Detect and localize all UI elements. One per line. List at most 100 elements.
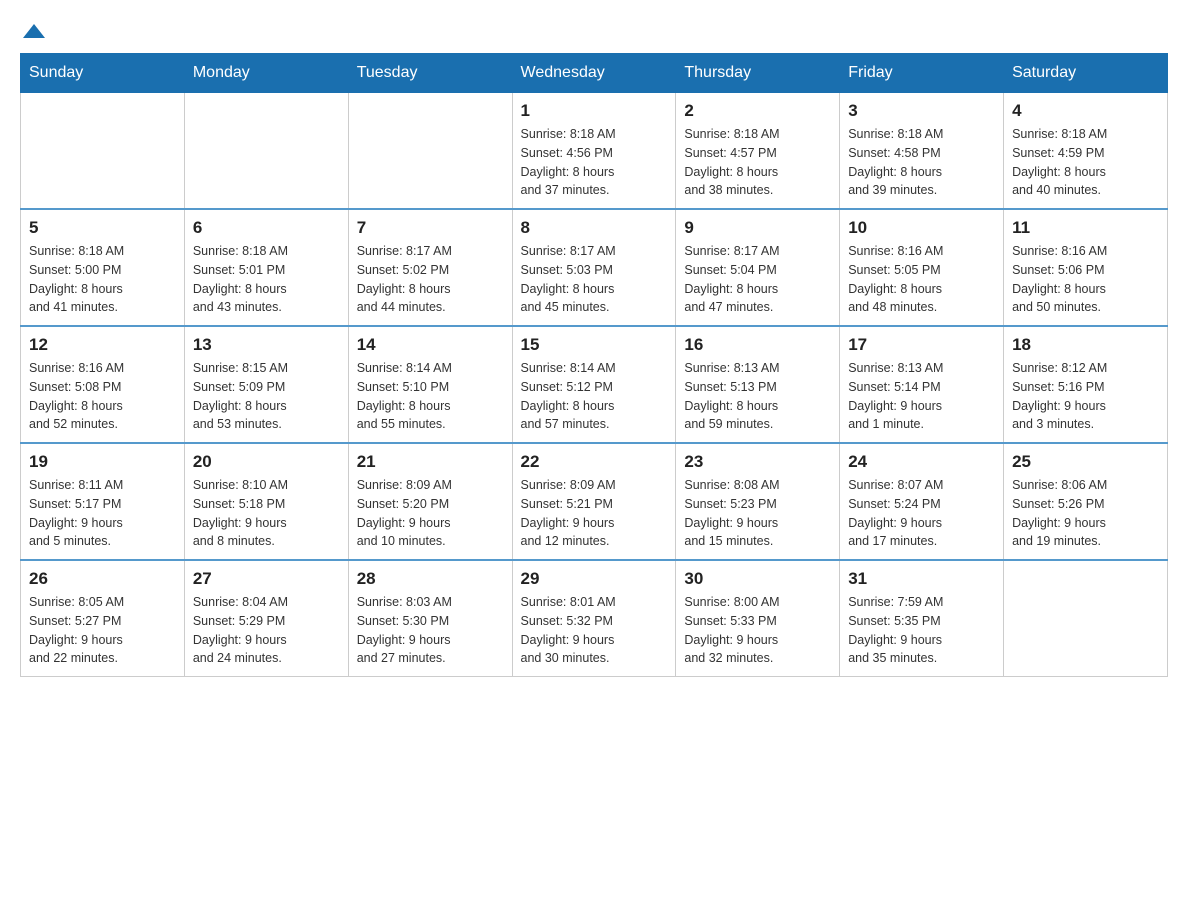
day-info: Sunrise: 8:07 AM Sunset: 5:24 PM Dayligh… <box>848 476 995 551</box>
calendar-cell: 2 Sunrise: 8:18 AM Sunset: 4:57 PM Daylig… <box>676 93 840 210</box>
calendar-cell: 21 Sunrise: 8:09 AM Sunset: 5:20 PM Dayli… <box>348 443 512 560</box>
day-number: 27 <box>193 569 340 589</box>
day-number: 17 <box>848 335 995 355</box>
day-info: Sunrise: 8:08 AM Sunset: 5:23 PM Dayligh… <box>684 476 831 551</box>
day-number: 13 <box>193 335 340 355</box>
day-number: 21 <box>357 452 504 472</box>
day-info: Sunrise: 8:17 AM Sunset: 5:04 PM Dayligh… <box>684 242 831 317</box>
day-number: 14 <box>357 335 504 355</box>
day-info: Sunrise: 8:18 AM Sunset: 5:01 PM Dayligh… <box>193 242 340 317</box>
calendar-cell: 1 Sunrise: 8:18 AM Sunset: 4:56 PM Daylig… <box>512 93 676 210</box>
logo <box>20 20 45 43</box>
calendar-cell: 22 Sunrise: 8:09 AM Sunset: 5:21 PM Dayli… <box>512 443 676 560</box>
day-info: Sunrise: 7:59 AM Sunset: 5:35 PM Dayligh… <box>848 593 995 668</box>
day-number: 23 <box>684 452 831 472</box>
calendar-week-1: 1 Sunrise: 8:18 AM Sunset: 4:56 PM Daylig… <box>21 93 1168 210</box>
logo-triangle-icon <box>23 20 45 42</box>
day-info: Sunrise: 8:14 AM Sunset: 5:12 PM Dayligh… <box>521 359 668 434</box>
calendar-cell: 25 Sunrise: 8:06 AM Sunset: 5:26 PM Dayli… <box>1004 443 1168 560</box>
calendar-cell: 14 Sunrise: 8:14 AM Sunset: 5:10 PM Dayli… <box>348 326 512 443</box>
day-number: 30 <box>684 569 831 589</box>
day-info: Sunrise: 8:15 AM Sunset: 5:09 PM Dayligh… <box>193 359 340 434</box>
calendar-header-row: SundayMondayTuesdayWednesdayThursdayFrid… <box>21 54 1168 93</box>
calendar-cell: 30Sunrise: 8:00 AM Sunset: 5:33 PM Dayli… <box>676 560 840 677</box>
column-header-thursday: Thursday <box>676 54 840 93</box>
day-info: Sunrise: 8:17 AM Sunset: 5:02 PM Dayligh… <box>357 242 504 317</box>
column-header-monday: Monday <box>184 54 348 93</box>
calendar-cell: 15 Sunrise: 8:14 AM Sunset: 5:12 PM Dayli… <box>512 326 676 443</box>
day-info: Sunrise: 8:10 AM Sunset: 5:18 PM Dayligh… <box>193 476 340 551</box>
day-number: 8 <box>521 218 668 238</box>
calendar-week-5: 26 Sunrise: 8:05 AM Sunset: 5:27 PM Dayli… <box>21 560 1168 677</box>
calendar-cell: 17 Sunrise: 8:13 AM Sunset: 5:14 PM Dayli… <box>840 326 1004 443</box>
day-number: 2 <box>684 101 831 121</box>
day-info: Sunrise: 8:11 AM Sunset: 5:17 PM Dayligh… <box>29 476 176 551</box>
calendar-cell: 27 Sunrise: 8:04 AM Sunset: 5:29 PM Dayli… <box>184 560 348 677</box>
calendar-cell: 12 Sunrise: 8:16 AM Sunset: 5:08 PM Dayli… <box>21 326 185 443</box>
column-header-wednesday: Wednesday <box>512 54 676 93</box>
calendar-cell <box>184 93 348 210</box>
day-info: Sunrise: 8:13 AM Sunset: 5:13 PM Dayligh… <box>684 359 831 434</box>
calendar-cell: 26 Sunrise: 8:05 AM Sunset: 5:27 PM Dayli… <box>21 560 185 677</box>
day-info: Sunrise: 8:16 AM Sunset: 5:06 PM Dayligh… <box>1012 242 1159 317</box>
day-info: Sunrise: 8:17 AM Sunset: 5:03 PM Dayligh… <box>521 242 668 317</box>
day-number: 7 <box>357 218 504 238</box>
calendar-cell: 16 Sunrise: 8:13 AM Sunset: 5:13 PM Dayli… <box>676 326 840 443</box>
day-number: 5 <box>29 218 176 238</box>
calendar-cell: 3 Sunrise: 8:18 AM Sunset: 4:58 PM Daylig… <box>840 93 1004 210</box>
calendar-cell: 13 Sunrise: 8:15 AM Sunset: 5:09 PM Dayli… <box>184 326 348 443</box>
calendar-cell: 9 Sunrise: 8:17 AM Sunset: 5:04 PM Daylig… <box>676 209 840 326</box>
day-info: Sunrise: 8:13 AM Sunset: 5:14 PM Dayligh… <box>848 359 995 434</box>
calendar-cell: 31 Sunrise: 7:59 AM Sunset: 5:35 PM Dayli… <box>840 560 1004 677</box>
day-number: 26 <box>29 569 176 589</box>
column-header-tuesday: Tuesday <box>348 54 512 93</box>
calendar-week-4: 19Sunrise: 8:11 AM Sunset: 5:17 PM Dayli… <box>21 443 1168 560</box>
calendar-table: SundayMondayTuesdayWednesdayThursdayFrid… <box>20 53 1168 677</box>
day-number: 29 <box>521 569 668 589</box>
calendar-cell: 6Sunrise: 8:18 AM Sunset: 5:01 PM Daylig… <box>184 209 348 326</box>
day-info: Sunrise: 8:18 AM Sunset: 4:57 PM Dayligh… <box>684 125 831 200</box>
day-number: 9 <box>684 218 831 238</box>
column-header-saturday: Saturday <box>1004 54 1168 93</box>
calendar-week-3: 12 Sunrise: 8:16 AM Sunset: 5:08 PM Dayli… <box>21 326 1168 443</box>
calendar-cell: 7 Sunrise: 8:17 AM Sunset: 5:02 PM Daylig… <box>348 209 512 326</box>
calendar-cell <box>348 93 512 210</box>
day-info: Sunrise: 8:18 AM Sunset: 4:59 PM Dayligh… <box>1012 125 1159 200</box>
day-info: Sunrise: 8:18 AM Sunset: 4:56 PM Dayligh… <box>521 125 668 200</box>
calendar-cell: 23 Sunrise: 8:08 AM Sunset: 5:23 PM Dayli… <box>676 443 840 560</box>
day-number: 22 <box>521 452 668 472</box>
day-number: 18 <box>1012 335 1159 355</box>
day-info: Sunrise: 8:16 AM Sunset: 5:05 PM Dayligh… <box>848 242 995 317</box>
day-info: Sunrise: 8:06 AM Sunset: 5:26 PM Dayligh… <box>1012 476 1159 551</box>
day-info: Sunrise: 8:04 AM Sunset: 5:29 PM Dayligh… <box>193 593 340 668</box>
calendar-cell: 18Sunrise: 8:12 AM Sunset: 5:16 PM Dayli… <box>1004 326 1168 443</box>
day-number: 28 <box>357 569 504 589</box>
calendar-cell: 11 Sunrise: 8:16 AM Sunset: 5:06 PM Dayli… <box>1004 209 1168 326</box>
day-info: Sunrise: 8:18 AM Sunset: 4:58 PM Dayligh… <box>848 125 995 200</box>
calendar-cell: 20 Sunrise: 8:10 AM Sunset: 5:18 PM Dayli… <box>184 443 348 560</box>
day-info: Sunrise: 8:09 AM Sunset: 5:20 PM Dayligh… <box>357 476 504 551</box>
day-number: 12 <box>29 335 176 355</box>
calendar-cell: 4Sunrise: 8:18 AM Sunset: 4:59 PM Daylig… <box>1004 93 1168 210</box>
day-info: Sunrise: 8:09 AM Sunset: 5:21 PM Dayligh… <box>521 476 668 551</box>
calendar-cell: 24Sunrise: 8:07 AM Sunset: 5:24 PM Dayli… <box>840 443 1004 560</box>
day-number: 20 <box>193 452 340 472</box>
calendar-cell: 8 Sunrise: 8:17 AM Sunset: 5:03 PM Daylig… <box>512 209 676 326</box>
day-number: 25 <box>1012 452 1159 472</box>
day-number: 31 <box>848 569 995 589</box>
day-info: Sunrise: 8:05 AM Sunset: 5:27 PM Dayligh… <box>29 593 176 668</box>
day-number: 3 <box>848 101 995 121</box>
day-number: 15 <box>521 335 668 355</box>
calendar-cell: 10 Sunrise: 8:16 AM Sunset: 5:05 PM Dayli… <box>840 209 1004 326</box>
page-header <box>20 20 1168 43</box>
day-number: 10 <box>848 218 995 238</box>
day-number: 11 <box>1012 218 1159 238</box>
calendar-week-2: 5Sunrise: 8:18 AM Sunset: 5:00 PM Daylig… <box>21 209 1168 326</box>
day-info: Sunrise: 8:03 AM Sunset: 5:30 PM Dayligh… <box>357 593 504 668</box>
day-number: 16 <box>684 335 831 355</box>
day-info: Sunrise: 8:16 AM Sunset: 5:08 PM Dayligh… <box>29 359 176 434</box>
day-number: 1 <box>521 101 668 121</box>
day-info: Sunrise: 8:01 AM Sunset: 5:32 PM Dayligh… <box>521 593 668 668</box>
calendar-cell <box>1004 560 1168 677</box>
day-info: Sunrise: 8:14 AM Sunset: 5:10 PM Dayligh… <box>357 359 504 434</box>
